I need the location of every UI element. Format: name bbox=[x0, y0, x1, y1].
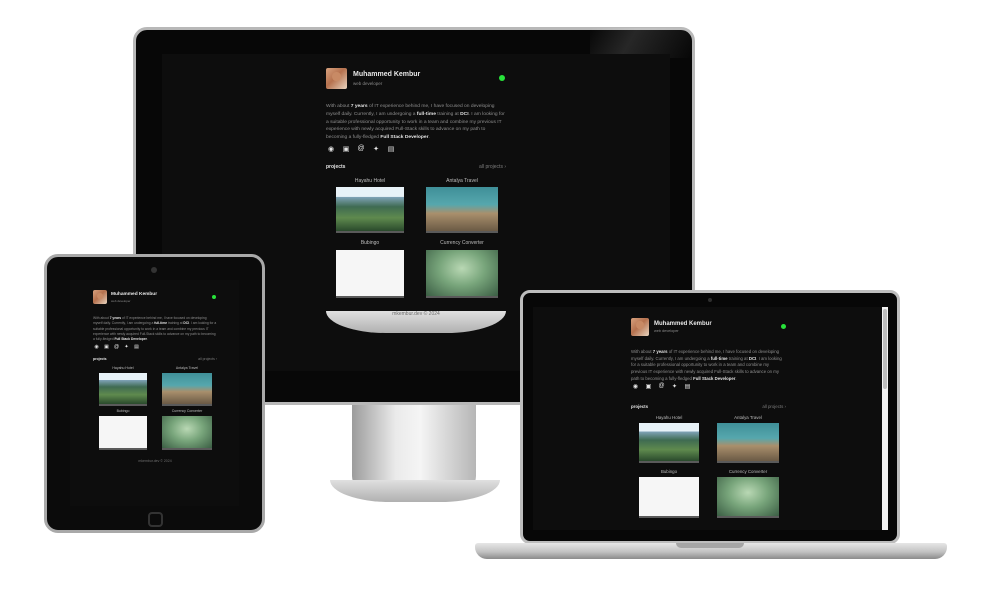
linkedin-icon[interactable]: ▣ bbox=[341, 145, 351, 153]
project-card[interactable]: Currency Converter bbox=[157, 409, 217, 450]
bio-paragraph: With about 7 years of IT experience behi… bbox=[93, 316, 217, 342]
project-thumbnail[interactable] bbox=[717, 423, 779, 463]
project-thumbnail[interactable] bbox=[639, 477, 699, 518]
project-thumbnail[interactable] bbox=[336, 187, 404, 233]
avatar[interactable] bbox=[93, 290, 107, 304]
profile-role: web developer bbox=[654, 329, 679, 333]
tablet-home-button[interactable] bbox=[148, 512, 163, 527]
projects-header: projects all projects › bbox=[631, 404, 786, 409]
project-card[interactable]: Hayahu Hotel bbox=[326, 178, 414, 233]
all-projects-link[interactable]: all projects › bbox=[479, 164, 506, 170]
avatar[interactable] bbox=[326, 68, 347, 89]
profile-name: Muhammed Kembur bbox=[353, 71, 421, 78]
project-title: Bubingo bbox=[116, 409, 130, 413]
status-indicator bbox=[499, 75, 505, 81]
resume-icon[interactable]: ▤ bbox=[386, 145, 396, 153]
projects-header: projects all projects › bbox=[326, 164, 506, 170]
linkedin-icon[interactable]: ▣ bbox=[103, 344, 110, 350]
social-links: ◉ ▣ @ ✦ ▤ bbox=[326, 145, 396, 153]
project-title: Antalya Travel bbox=[175, 366, 199, 370]
social-links: ◉ ▣ @ ✦ ▤ bbox=[93, 344, 140, 350]
profile-name: Muhammed Kembur bbox=[654, 321, 712, 327]
twitter-icon[interactable]: ✦ bbox=[670, 383, 679, 390]
project-title: Hayahu Hotel bbox=[112, 366, 134, 370]
projects-title: projects bbox=[93, 357, 107, 361]
profile-header: Muhammed Kembur web developer bbox=[93, 290, 217, 304]
profile-header: Muhammed Kembur web developer bbox=[326, 68, 506, 89]
project-title: Bubingo bbox=[360, 240, 380, 246]
project-card[interactable]: Hayahu Hotel bbox=[93, 366, 153, 406]
project-thumbnail[interactable] bbox=[717, 477, 779, 518]
all-projects-link[interactable]: all projects › bbox=[762, 404, 786, 409]
project-title: Antalya Travel bbox=[446, 178, 478, 184]
status-indicator bbox=[212, 295, 216, 299]
project-card[interactable]: Bubingo bbox=[93, 409, 153, 450]
project-title: Antalya Travel bbox=[734, 415, 762, 420]
project-title: Currency Converter bbox=[171, 409, 203, 413]
tablet-screen bbox=[70, 280, 239, 506]
project-thumbnail[interactable] bbox=[639, 423, 699, 463]
project-thumbnail[interactable] bbox=[162, 416, 212, 450]
monitor-stand-neck bbox=[352, 404, 476, 492]
project-title: Currency Converter bbox=[728, 469, 768, 474]
project-thumbnail[interactable] bbox=[99, 416, 147, 450]
project-card[interactable]: Hayahu Hotel bbox=[631, 415, 707, 463]
project-title: Hayahu Hotel bbox=[354, 178, 386, 184]
project-thumbnail[interactable] bbox=[336, 250, 404, 298]
linkedin-icon[interactable]: ▣ bbox=[644, 383, 653, 390]
project-card[interactable]: Antalya Travel bbox=[157, 366, 217, 406]
profile-role: web developer bbox=[353, 81, 383, 86]
scrollbar[interactable] bbox=[882, 307, 888, 530]
project-thumbnail[interactable] bbox=[426, 250, 498, 298]
github-icon[interactable]: ◉ bbox=[93, 344, 100, 350]
avatar[interactable] bbox=[631, 318, 649, 336]
profile-header: Muhammed Kembur web developer bbox=[631, 318, 786, 336]
twitter-icon[interactable]: ✦ bbox=[371, 145, 381, 153]
email-icon[interactable]: @ bbox=[657, 383, 666, 390]
twitter-icon[interactable]: ✦ bbox=[123, 344, 130, 350]
bio-paragraph: With about 7 years of IT experience behi… bbox=[631, 349, 782, 381]
email-icon[interactable]: @ bbox=[356, 145, 366, 153]
resume-icon[interactable]: ▤ bbox=[133, 344, 140, 350]
projects-title: projects bbox=[326, 164, 346, 170]
resume-icon[interactable]: ▤ bbox=[683, 383, 692, 390]
project-thumbnail[interactable] bbox=[426, 187, 498, 233]
bio-paragraph: With about 7 years of IT experience behi… bbox=[326, 104, 505, 141]
profile-name: Muhammed Kembur bbox=[111, 291, 158, 297]
social-links: ◉ ▣ @ ✦ ▤ bbox=[631, 383, 692, 390]
laptop-notch bbox=[676, 543, 744, 548]
projects-title: projects bbox=[631, 404, 649, 409]
project-card[interactable]: Antalya Travel bbox=[418, 178, 506, 233]
project-title: Hayahu Hotel bbox=[655, 415, 683, 420]
laptop-camera bbox=[708, 298, 712, 302]
projects-header: projects all projects › bbox=[93, 357, 217, 361]
monitor-stand-base bbox=[330, 480, 500, 502]
email-icon[interactable]: @ bbox=[113, 344, 120, 350]
project-card[interactable]: Currency Converter bbox=[710, 469, 786, 518]
project-title: Currency Converter bbox=[440, 240, 484, 246]
project-thumbnail[interactable] bbox=[162, 373, 212, 406]
project-card[interactable]: Bubingo bbox=[326, 240, 414, 298]
status-indicator bbox=[781, 324, 786, 329]
project-card[interactable]: Currency Converter bbox=[418, 240, 506, 298]
project-card[interactable]: Bubingo bbox=[631, 469, 707, 518]
footer-text: mkembur.dev © 2024 bbox=[138, 459, 172, 463]
profile-role: web developer bbox=[111, 298, 131, 303]
github-icon[interactable]: ◉ bbox=[631, 383, 640, 390]
all-projects-link[interactable]: all projects › bbox=[198, 357, 217, 361]
project-title: Bubingo bbox=[660, 469, 678, 474]
project-card[interactable]: Antalya Travel bbox=[710, 415, 786, 463]
project-thumbnail[interactable] bbox=[99, 373, 147, 406]
tablet-camera bbox=[151, 267, 157, 273]
github-icon[interactable]: ◉ bbox=[326, 145, 336, 153]
